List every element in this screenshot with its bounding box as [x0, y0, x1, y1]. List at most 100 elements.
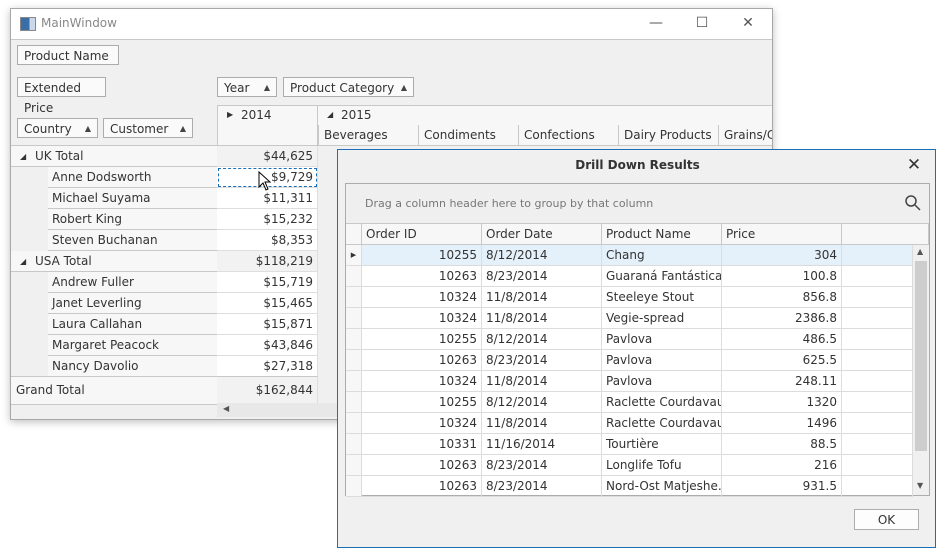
- product-name-cell[interactable]: Guaraná Fantástica: [602, 266, 722, 287]
- row-indicator[interactable]: [346, 434, 362, 455]
- column-header-order-id[interactable]: Order ID: [362, 224, 482, 245]
- row-header-customer[interactable]: Margaret Peacock: [48, 335, 217, 356]
- order-date-cell[interactable]: 11/8/2014: [482, 413, 602, 434]
- column-header-price[interactable]: Price: [722, 224, 842, 245]
- order-id-cell[interactable]: 10324: [362, 413, 482, 434]
- row-indicator[interactable]: [346, 413, 362, 434]
- row-header-customer[interactable]: Steven Buchanan: [48, 230, 217, 251]
- order-id-cell[interactable]: 10331: [362, 434, 482, 455]
- row-indicator[interactable]: [346, 476, 362, 497]
- price-cell[interactable]: 1496: [722, 413, 842, 434]
- order-date-cell[interactable]: 8/12/2014: [482, 329, 602, 350]
- column-header-2015[interactable]: ◢ 2015: [318, 106, 772, 126]
- value-cell[interactable]: $15,232: [217, 209, 318, 230]
- price-cell[interactable]: 625.5: [722, 350, 842, 371]
- column-header-grains-cereals[interactable]: Grains/Ce: [718, 125, 772, 146]
- order-date-cell[interactable]: 8/12/2014: [482, 245, 602, 266]
- value-cell[interactable]: $15,719: [217, 272, 318, 293]
- row-indicator[interactable]: [346, 266, 362, 287]
- order-id-cell[interactable]: 10263: [362, 350, 482, 371]
- product-name-cell[interactable]: Raclette Courdavault: [602, 392, 722, 413]
- row-indicator[interactable]: [346, 455, 362, 476]
- collapse-icon[interactable]: ◢: [20, 146, 26, 167]
- row-indicator[interactable]: [346, 350, 362, 371]
- column-header-order-date[interactable]: Order Date: [482, 224, 602, 245]
- product-name-cell[interactable]: Nord-Ost Matjeshe...: [602, 476, 722, 497]
- row-indicator[interactable]: [346, 329, 362, 350]
- row-header-customer[interactable]: Andrew Fuller: [48, 272, 217, 293]
- order-date-cell[interactable]: 8/23/2014: [482, 266, 602, 287]
- ok-button[interactable]: OK: [854, 509, 919, 530]
- order-id-cell[interactable]: 10255: [362, 392, 482, 413]
- row-header-customer[interactable]: Robert King: [48, 209, 217, 230]
- expand-icon[interactable]: ▶: [227, 110, 233, 119]
- value-cell[interactable]: $15,871: [217, 314, 318, 335]
- group-panel[interactable]: Drag a column header here to group by th…: [346, 184, 929, 224]
- price-cell[interactable]: 248.11: [722, 371, 842, 392]
- price-cell[interactable]: 1320: [722, 392, 842, 413]
- product-name-cell[interactable]: Pavlova: [602, 329, 722, 350]
- value-cell[interactable]: $15,465: [217, 293, 318, 314]
- price-cell[interactable]: 2386.8: [722, 308, 842, 329]
- maximize-button[interactable]: ☐: [679, 9, 725, 39]
- column-field-product-category[interactable]: Product Category ▲: [283, 77, 414, 97]
- column-header-dairy-products[interactable]: Dairy Products: [618, 125, 718, 146]
- order-id-cell[interactable]: 10263: [362, 476, 482, 497]
- row-indicator[interactable]: [346, 371, 362, 392]
- order-date-cell[interactable]: 8/23/2014: [482, 476, 602, 497]
- product-name-cell[interactable]: Pavlova: [602, 371, 722, 392]
- price-cell[interactable]: 486.5: [722, 329, 842, 350]
- row-header-customer[interactable]: Anne Dodsworth: [48, 167, 217, 188]
- price-cell[interactable]: 216: [722, 455, 842, 476]
- order-date-cell[interactable]: 8/23/2014: [482, 350, 602, 371]
- vertical-scrollbar[interactable]: ▲ ▼: [913, 245, 929, 495]
- order-date-cell[interactable]: 8/12/2014: [482, 392, 602, 413]
- product-name-cell[interactable]: Chang: [602, 245, 722, 266]
- column-field-year[interactable]: Year ▲: [217, 77, 277, 97]
- value-cell[interactable]: $118,219: [217, 251, 318, 272]
- order-date-cell[interactable]: 11/8/2014: [482, 287, 602, 308]
- order-id-cell[interactable]: 10255: [362, 329, 482, 350]
- scroll-down-icon[interactable]: ▼: [917, 481, 923, 490]
- value-cell[interactable]: $27,318: [217, 356, 318, 377]
- row-field-country[interactable]: Country ▲: [17, 118, 98, 138]
- value-cell[interactable]: $44,625: [217, 146, 318, 167]
- row-header-customer[interactable]: Janet Leverling: [48, 293, 217, 314]
- price-cell[interactable]: 304: [722, 245, 842, 266]
- product-name-cell[interactable]: Vegie-spread: [602, 308, 722, 329]
- column-header-beverages[interactable]: Beverages: [318, 125, 418, 146]
- row-header-total[interactable]: ◢ USA Total: [11, 251, 217, 272]
- scroll-up-icon[interactable]: ▲: [917, 247, 923, 256]
- row-header-customer[interactable]: Laura Callahan: [48, 314, 217, 335]
- order-id-cell[interactable]: 10263: [362, 455, 482, 476]
- price-cell[interactable]: 100.8: [722, 266, 842, 287]
- collapse-icon[interactable]: ◢: [327, 110, 333, 119]
- row-indicator[interactable]: [346, 308, 362, 329]
- row-header-customer[interactable]: Michael Suyama: [48, 188, 217, 209]
- scrollbar-thumb[interactable]: [915, 261, 927, 451]
- row-indicator[interactable]: ▶: [346, 245, 362, 266]
- minimize-button[interactable]: —: [633, 9, 679, 39]
- product-name-cell[interactable]: Tourtière: [602, 434, 722, 455]
- product-name-cell[interactable]: Steeleye Stout: [602, 287, 722, 308]
- order-date-cell[interactable]: 8/23/2014: [482, 455, 602, 476]
- row-indicator[interactable]: [346, 392, 362, 413]
- order-date-cell[interactable]: 11/8/2014: [482, 308, 602, 329]
- row-field-customer[interactable]: Customer ▲: [103, 118, 193, 138]
- order-id-cell[interactable]: 10255: [362, 245, 482, 266]
- order-id-cell[interactable]: 10324: [362, 287, 482, 308]
- product-name-cell[interactable]: Pavlova: [602, 350, 722, 371]
- collapse-icon[interactable]: ◢: [20, 251, 26, 272]
- column-header-product-name[interactable]: Product Name: [602, 224, 722, 245]
- filter-field-product-name[interactable]: Product Name: [17, 45, 119, 65]
- grand-total-value[interactable]: $162,844: [217, 376, 318, 403]
- order-id-cell[interactable]: 10263: [362, 266, 482, 287]
- row-header-customer[interactable]: Nancy Davolio: [48, 356, 217, 377]
- order-date-cell[interactable]: 11/16/2014: [482, 434, 602, 455]
- product-name-cell[interactable]: Longlife Tofu: [602, 455, 722, 476]
- order-id-cell[interactable]: 10324: [362, 371, 482, 392]
- product-name-cell[interactable]: Raclette Courdavault: [602, 413, 722, 434]
- search-icon[interactable]: [904, 194, 922, 212]
- value-cell[interactable]: $43,846: [217, 335, 318, 356]
- order-date-cell[interactable]: 11/8/2014: [482, 371, 602, 392]
